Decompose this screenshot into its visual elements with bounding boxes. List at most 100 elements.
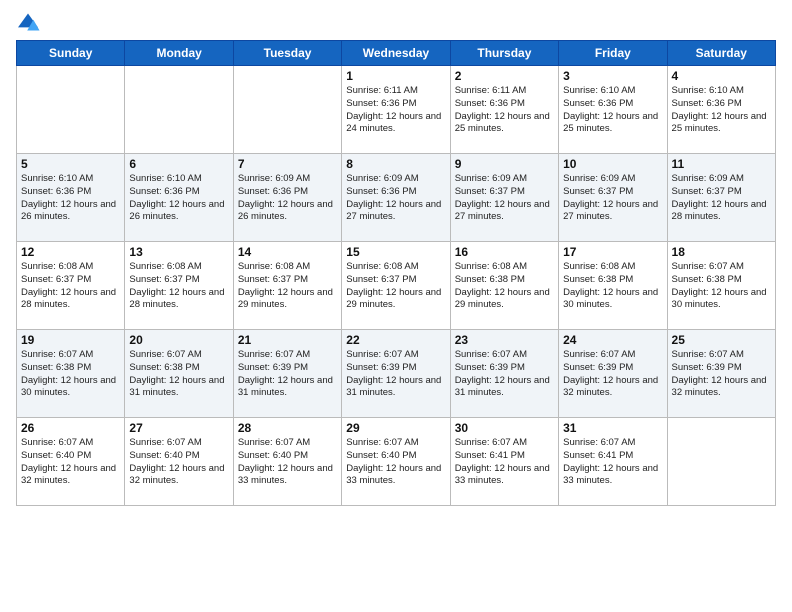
logo-icon (16, 12, 40, 32)
calendar-cell (17, 66, 125, 154)
day-info: Sunrise: 6:07 AM Sunset: 6:41 PM Dayligh… (563, 437, 662, 488)
day-info: Sunrise: 6:10 AM Sunset: 6:36 PM Dayligh… (129, 173, 228, 224)
calendar-cell (667, 418, 775, 506)
calendar-cell: 24 Sunrise: 6:07 AM Sunset: 6:39 PM Dayli… (559, 330, 667, 418)
day-info: Sunrise: 6:09 AM Sunset: 6:36 PM Dayligh… (238, 173, 337, 224)
day-info: Sunrise: 6:09 AM Sunset: 6:37 PM Dayligh… (455, 173, 554, 224)
day-info: Sunrise: 6:07 AM Sunset: 6:39 PM Dayligh… (672, 349, 771, 400)
day-number: 6 (129, 157, 228, 171)
day-number: 9 (455, 157, 554, 171)
day-info: Sunrise: 6:07 AM Sunset: 6:39 PM Dayligh… (455, 349, 554, 400)
day-info: Sunrise: 6:07 AM Sunset: 6:39 PM Dayligh… (238, 349, 337, 400)
calendar-cell: 26 Sunrise: 6:07 AM Sunset: 6:40 PM Dayli… (17, 418, 125, 506)
calendar-cell: 22 Sunrise: 6:07 AM Sunset: 6:39 PM Dayli… (342, 330, 450, 418)
day-number: 19 (21, 333, 120, 347)
day-number: 12 (21, 245, 120, 259)
calendar-cell: 27Sunrise: 6:07 AM Sunset: 6:40 PM Dayli… (125, 418, 233, 506)
day-number: 27 (129, 421, 228, 435)
day-number: 13 (129, 245, 228, 259)
calendar-cell: 19 Sunrise: 6:07 AM Sunset: 6:38 PM Dayli… (17, 330, 125, 418)
day-info: Sunrise: 6:07 AM Sunset: 6:39 PM Dayligh… (563, 349, 662, 400)
day-info: Sunrise: 6:08 AM Sunset: 6:37 PM Dayligh… (21, 261, 120, 312)
header (16, 12, 776, 32)
day-number: 16 (455, 245, 554, 259)
weekday-wednesday: Wednesday (342, 41, 450, 66)
day-info: Sunrise: 6:09 AM Sunset: 6:36 PM Dayligh… (346, 173, 445, 224)
calendar-cell: 31 Sunrise: 6:07 AM Sunset: 6:41 PM Dayli… (559, 418, 667, 506)
day-info: Sunrise: 6:07 AM Sunset: 6:40 PM Dayligh… (346, 437, 445, 488)
day-number: 4 (672, 69, 771, 83)
calendar-cell: 2 Sunrise: 6:11 AM Sunset: 6:36 PM Daylig… (450, 66, 558, 154)
calendar-cell: 4Sunrise: 6:10 AM Sunset: 6:36 PM Daylig… (667, 66, 775, 154)
calendar-cell: 25 Sunrise: 6:07 AM Sunset: 6:39 PM Dayli… (667, 330, 775, 418)
day-info: Sunrise: 6:07 AM Sunset: 6:40 PM Dayligh… (21, 437, 120, 488)
calendar-cell: 16 Sunrise: 6:08 AM Sunset: 6:38 PM Dayli… (450, 242, 558, 330)
day-number: 28 (238, 421, 337, 435)
day-info: Sunrise: 6:07 AM Sunset: 6:38 PM Dayligh… (129, 349, 228, 400)
calendar-cell: 1Sunrise: 6:11 AM Sunset: 6:36 PM Daylig… (342, 66, 450, 154)
day-info: Sunrise: 6:10 AM Sunset: 6:36 PM Dayligh… (21, 173, 120, 224)
calendar-cell: 6 Sunrise: 6:10 AM Sunset: 6:36 PM Daylig… (125, 154, 233, 242)
calendar-cell: 29Sunrise: 6:07 AM Sunset: 6:40 PM Dayli… (342, 418, 450, 506)
day-info: Sunrise: 6:08 AM Sunset: 6:37 PM Dayligh… (129, 261, 228, 312)
day-info: Sunrise: 6:11 AM Sunset: 6:36 PM Dayligh… (346, 85, 445, 136)
day-number: 14 (238, 245, 337, 259)
weekday-friday: Friday (559, 41, 667, 66)
calendar-cell (125, 66, 233, 154)
calendar-cell: 20 Sunrise: 6:07 AM Sunset: 6:38 PM Dayli… (125, 330, 233, 418)
day-info: Sunrise: 6:08 AM Sunset: 6:37 PM Dayligh… (238, 261, 337, 312)
day-number: 24 (563, 333, 662, 347)
day-number: 31 (563, 421, 662, 435)
day-number: 20 (129, 333, 228, 347)
day-info: Sunrise: 6:07 AM Sunset: 6:39 PM Dayligh… (346, 349, 445, 400)
day-info: Sunrise: 6:08 AM Sunset: 6:38 PM Dayligh… (455, 261, 554, 312)
calendar-cell: 23 Sunrise: 6:07 AM Sunset: 6:39 PM Dayli… (450, 330, 558, 418)
day-number: 3 (563, 69, 662, 83)
week-row-2: 5 Sunrise: 6:10 AM Sunset: 6:36 PM Daylig… (17, 154, 776, 242)
day-info: Sunrise: 6:09 AM Sunset: 6:37 PM Dayligh… (672, 173, 771, 224)
day-number: 10 (563, 157, 662, 171)
calendar-cell: 5 Sunrise: 6:10 AM Sunset: 6:36 PM Daylig… (17, 154, 125, 242)
calendar-cell: 30 Sunrise: 6:07 AM Sunset: 6:41 PM Dayli… (450, 418, 558, 506)
calendar-cell: 11 Sunrise: 6:09 AM Sunset: 6:37 PM Dayli… (667, 154, 775, 242)
day-number: 11 (672, 157, 771, 171)
calendar-cell: 14 Sunrise: 6:08 AM Sunset: 6:37 PM Dayli… (233, 242, 341, 330)
day-info: Sunrise: 6:08 AM Sunset: 6:37 PM Dayligh… (346, 261, 445, 312)
day-info: Sunrise: 6:11 AM Sunset: 6:36 PM Dayligh… (455, 85, 554, 136)
day-number: 25 (672, 333, 771, 347)
day-number: 15 (346, 245, 445, 259)
week-row-1: 1Sunrise: 6:11 AM Sunset: 6:36 PM Daylig… (17, 66, 776, 154)
day-info: Sunrise: 6:07 AM Sunset: 6:40 PM Dayligh… (238, 437, 337, 488)
weekday-monday: Monday (125, 41, 233, 66)
calendar-cell: 7Sunrise: 6:09 AM Sunset: 6:36 PM Daylig… (233, 154, 341, 242)
day-number: 5 (21, 157, 120, 171)
day-info: Sunrise: 6:07 AM Sunset: 6:38 PM Dayligh… (672, 261, 771, 312)
day-number: 23 (455, 333, 554, 347)
weekday-sunday: Sunday (17, 41, 125, 66)
week-row-5: 26 Sunrise: 6:07 AM Sunset: 6:40 PM Dayli… (17, 418, 776, 506)
day-number: 22 (346, 333, 445, 347)
calendar-cell: 8 Sunrise: 6:09 AM Sunset: 6:36 PM Daylig… (342, 154, 450, 242)
day-info: Sunrise: 6:10 AM Sunset: 6:36 PM Dayligh… (563, 85, 662, 136)
day-info: Sunrise: 6:08 AM Sunset: 6:38 PM Dayligh… (563, 261, 662, 312)
page: SundayMondayTuesdayWednesdayThursdayFrid… (0, 0, 792, 612)
calendar-cell: 12 Sunrise: 6:08 AM Sunset: 6:37 PM Dayli… (17, 242, 125, 330)
day-number: 26 (21, 421, 120, 435)
calendar-cell (233, 66, 341, 154)
day-number: 8 (346, 157, 445, 171)
day-info: Sunrise: 6:07 AM Sunset: 6:38 PM Dayligh… (21, 349, 120, 400)
week-row-4: 19 Sunrise: 6:07 AM Sunset: 6:38 PM Dayli… (17, 330, 776, 418)
calendar-cell: 18Sunrise: 6:07 AM Sunset: 6:38 PM Dayli… (667, 242, 775, 330)
day-info: Sunrise: 6:09 AM Sunset: 6:37 PM Dayligh… (563, 173, 662, 224)
day-info: Sunrise: 6:07 AM Sunset: 6:41 PM Dayligh… (455, 437, 554, 488)
calendar-cell: 28 Sunrise: 6:07 AM Sunset: 6:40 PM Dayli… (233, 418, 341, 506)
weekday-tuesday: Tuesday (233, 41, 341, 66)
day-number: 2 (455, 69, 554, 83)
calendar-cell: 13 Sunrise: 6:08 AM Sunset: 6:37 PM Dayli… (125, 242, 233, 330)
calendar-cell: 3 Sunrise: 6:10 AM Sunset: 6:36 PM Daylig… (559, 66, 667, 154)
day-number: 17 (563, 245, 662, 259)
calendar-cell: 10 Sunrise: 6:09 AM Sunset: 6:37 PM Dayli… (559, 154, 667, 242)
day-number: 30 (455, 421, 554, 435)
calendar-cell: 15 Sunrise: 6:08 AM Sunset: 6:37 PM Dayli… (342, 242, 450, 330)
calendar-table: SundayMondayTuesdayWednesdayThursdayFrid… (16, 40, 776, 506)
